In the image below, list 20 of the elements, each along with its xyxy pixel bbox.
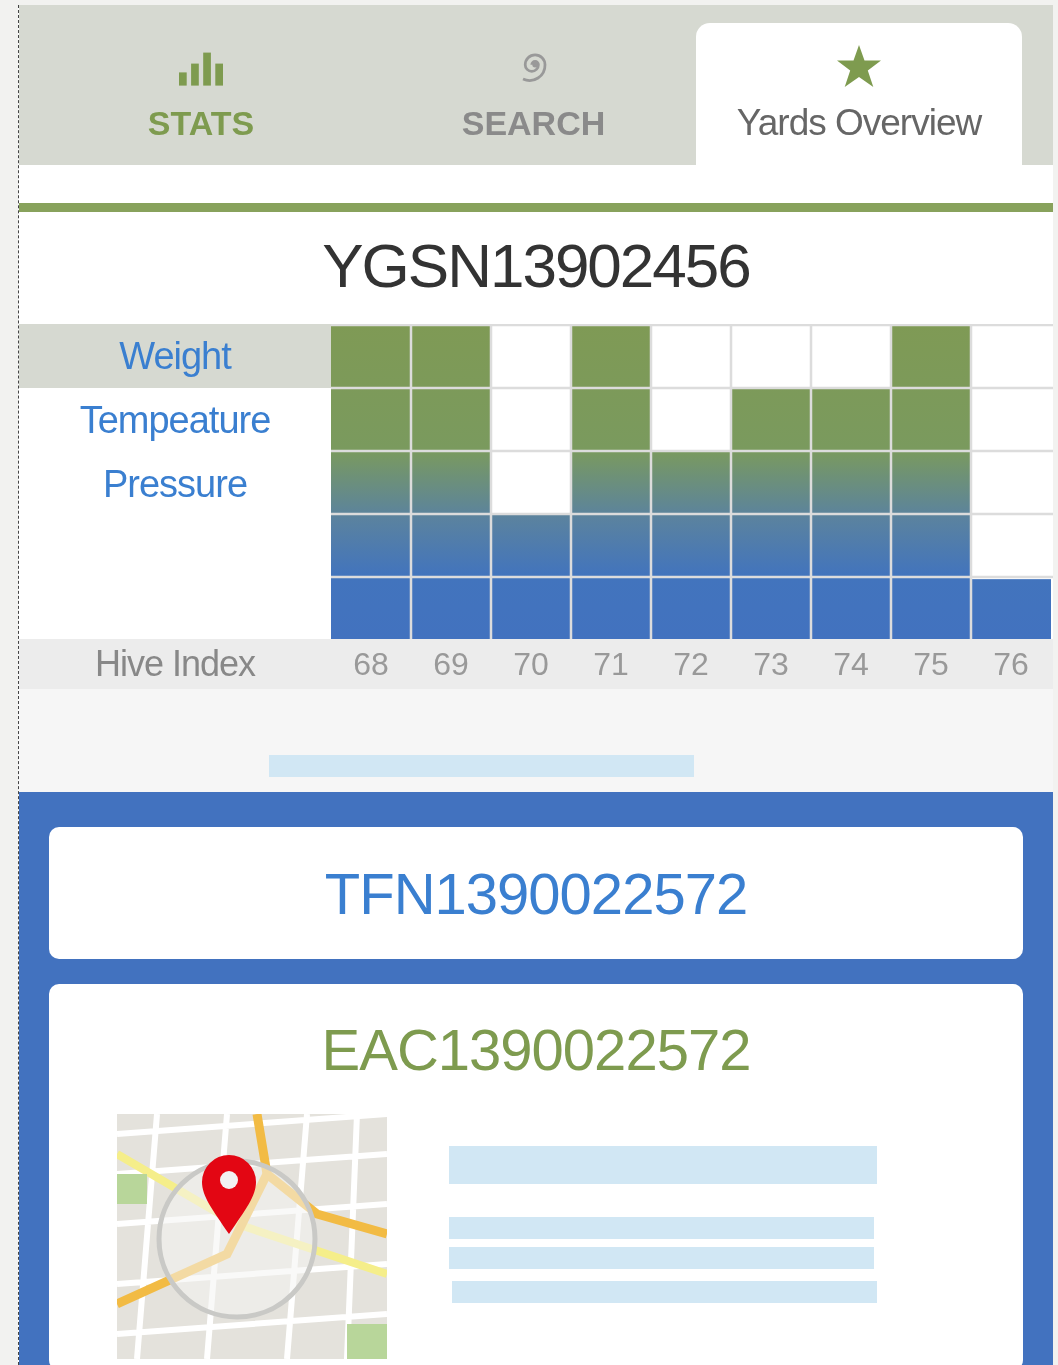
- tab[interactable]: SEARCH: [371, 23, 696, 165]
- metric-option[interactable]: Tempeature: [19, 388, 331, 452]
- axis-tick: 72: [672, 645, 710, 683]
- star-icon: [837, 44, 881, 88]
- axis-tick: 68: [352, 645, 390, 683]
- axis-tick: 75: [912, 645, 950, 683]
- hive-id: YGSN13902456: [321, 230, 751, 302]
- metric-option[interactable]: Weight: [19, 324, 331, 388]
- metric-option[interactable]: Pressure: [19, 452, 331, 516]
- axis-tick: 70: [512, 645, 550, 683]
- axis-tick: 74: [832, 645, 870, 683]
- axis-tick: 76: [992, 645, 1030, 683]
- axis-tick: 69: [432, 645, 470, 683]
- axis-label: Hive Index: [93, 643, 257, 685]
- axis-tick: 73: [752, 645, 790, 683]
- tab[interactable]: STATS: [31, 23, 371, 165]
- card-title: EAC1390022572: [320, 1015, 752, 1084]
- tab[interactable]: Yards Overview: [696, 23, 1022, 165]
- card-title: TFN1390022572: [324, 859, 748, 928]
- axis-tick: 71: [592, 645, 630, 683]
